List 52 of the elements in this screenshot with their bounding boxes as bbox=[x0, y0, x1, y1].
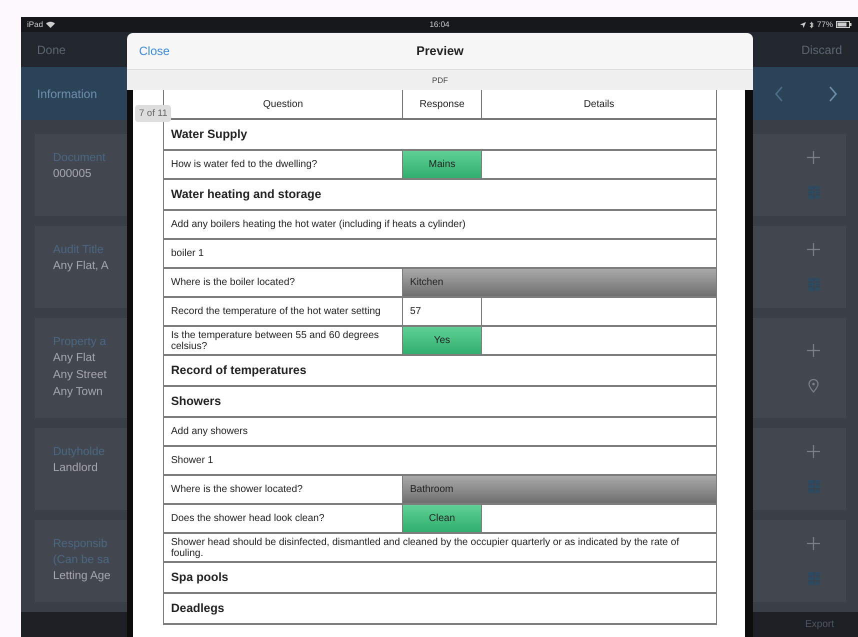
column-header: Response bbox=[402, 90, 482, 119]
plus-icon[interactable] bbox=[807, 537, 820, 550]
location-pin-icon[interactable] bbox=[808, 378, 819, 392]
field-value: Any Town bbox=[53, 385, 104, 400]
table-cell: Shower head should be disinfected, dismantled and cleaned by the occupier quarterly or as indicated by the rate of fouling. bbox=[164, 533, 716, 562]
field-value: Any Street bbox=[53, 368, 107, 383]
dialog-title: Preview bbox=[416, 44, 464, 58]
section-heading: Water heating and storage bbox=[164, 179, 716, 210]
section-heading: Record of temperatures bbox=[164, 355, 716, 386]
device-name: iPad bbox=[27, 20, 44, 29]
page-counter: 7 of 11 bbox=[135, 105, 172, 122]
battery-icon bbox=[836, 21, 852, 28]
field-value: Letting Age bbox=[53, 569, 111, 584]
question-cell: Where is the boiler located? bbox=[164, 268, 402, 297]
table-cell: Add any showers bbox=[164, 417, 716, 446]
location-arrow-icon bbox=[800, 22, 806, 28]
bluetooth-icon bbox=[808, 20, 814, 28]
section-heading: Deadlegs bbox=[164, 593, 716, 624]
wifi-icon bbox=[46, 21, 56, 28]
section-heading: Showers bbox=[164, 386, 716, 417]
done-button[interactable]: Done bbox=[31, 40, 72, 58]
response-cell: Yes bbox=[402, 326, 482, 355]
question-cell: Where is the shower located? bbox=[164, 475, 402, 504]
next-icon[interactable] bbox=[828, 86, 838, 102]
question-cell: Record the temperature of the hot water setting bbox=[164, 297, 402, 326]
plus-icon[interactable] bbox=[807, 445, 820, 458]
question-cell: Is the temperature between 55 and 60 degrees celsius? bbox=[164, 326, 402, 355]
plus-icon[interactable] bbox=[807, 151, 820, 164]
previous-icon[interactable] bbox=[774, 86, 784, 102]
response-cell: Clean bbox=[402, 504, 482, 533]
field-value: Landlord bbox=[53, 461, 99, 476]
table-cell: Add any boilers heating the hot water (including if heats a cylinder) bbox=[164, 210, 716, 239]
section-title: Information bbox=[37, 86, 98, 100]
field-value: 000005 bbox=[53, 167, 92, 182]
question-cell: How is water fed to the dwelling? bbox=[164, 150, 402, 179]
plus-icon[interactable] bbox=[807, 243, 820, 256]
column-header: Details bbox=[482, 90, 716, 119]
battery-percent: 77% bbox=[816, 20, 833, 29]
document-type-label: PDF bbox=[432, 76, 448, 84]
field-value: Any Flat, A bbox=[53, 259, 109, 274]
close-button[interactable]: Close bbox=[139, 44, 170, 58]
response-cell: Bathroom bbox=[402, 475, 716, 504]
field-value: Any Flat bbox=[53, 351, 96, 366]
question-cell: Does the shower head look clean? bbox=[164, 504, 402, 533]
response-cell: Mains bbox=[402, 150, 482, 179]
section-heading: Water Supply bbox=[164, 119, 716, 150]
response-cell: Kitchen bbox=[402, 268, 716, 297]
export-button[interactable]: Export bbox=[799, 618, 840, 631]
section-heading: Spa pools bbox=[164, 562, 716, 593]
plus-icon[interactable] bbox=[807, 344, 820, 356]
discard-button[interactable]: Discard bbox=[795, 40, 848, 58]
clock-time: 16:04 bbox=[429, 20, 450, 29]
